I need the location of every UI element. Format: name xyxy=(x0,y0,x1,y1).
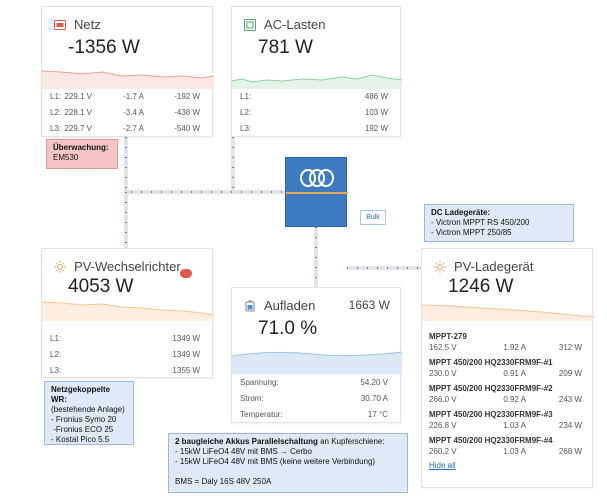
grid-row-l3: L3: 229.7 V -2.7 A -540 W xyxy=(50,124,200,133)
ac-loads-row-l1: L1: 486 W xyxy=(240,92,388,101)
pv-inverter-power: 4053 W xyxy=(68,276,134,297)
grid-tied-note-title: Netzgekoppelte WR: xyxy=(51,385,111,404)
monitoring-note: Überwachung: EM530 xyxy=(46,139,118,169)
ac-loads-row-l2: L2: 103 W xyxy=(240,108,388,117)
victron-logo xyxy=(286,169,348,194)
dc-chargers-note-line-2: - Victron MPPT 250/85 xyxy=(431,228,512,237)
dc-chargers-note-line-1: - Victron MPPT RS 450/200 xyxy=(431,218,530,227)
battery-state-badge: Bulk xyxy=(360,210,386,225)
dc-chargers-note: DC Ladegeräte: - Victron MPPT RS 450/200… xyxy=(424,204,574,242)
monitoring-note-line: EM530 xyxy=(53,153,79,162)
battery-soc: 71.0 % xyxy=(258,318,318,339)
grid-row-l1: L1: 229.1 V -1.7 A -192 W xyxy=(50,92,200,101)
ac-loads-title: AC-Lasten xyxy=(264,17,326,32)
ac-loads-power: 781 W xyxy=(258,37,313,58)
pv-inverter-sparkline xyxy=(42,301,214,321)
grid-icon xyxy=(54,19,66,31)
charger-item[interactable]: MPPT 450/200 HQ2330FRM9F-#2 266.0 V 0.92… xyxy=(426,383,588,405)
grid-title: Netz xyxy=(74,17,101,32)
pv-inverter-title: PV-Wechselrichter xyxy=(74,259,181,274)
charger-item[interactable]: MPPT 450/200 HQ2330FRM9F-#3 226.8 V 1.03… xyxy=(426,409,588,431)
hide-all-link[interactable]: Hide all xyxy=(426,461,588,470)
grid-tied-inverters-note: Netzgekoppelte WR: (bestehende Anlage) -… xyxy=(44,381,134,445)
pv-inverter-row-l3: L3: 1355 W xyxy=(50,366,200,375)
victron-system-icon[interactable] xyxy=(285,157,348,227)
fronius-logo xyxy=(180,269,192,278)
battery-icon xyxy=(244,300,256,312)
ac-loads-panel[interactable]: AC-Lasten 781 W L1: 486 W L2: 103 W L3: … xyxy=(231,6,402,137)
pv-inverter-row-l1: L1: 1349 W xyxy=(50,334,200,343)
charger-item[interactable]: MPPT-279 162.5 V 1.92 A 312 W xyxy=(426,331,588,353)
battery-bank-note: 2 baugleiche Akkus Parallelschaltung an … xyxy=(168,433,408,493)
battery-soc-fill xyxy=(232,351,402,374)
sun-icon xyxy=(434,260,446,273)
ac-loads-row-l3: L3: 192 W xyxy=(240,124,388,133)
charger-item[interactable]: MPPT 450/200 HQ2330FRM9F-#4 260.2 V 1.03… xyxy=(426,435,588,457)
pv-inverter-panel[interactable]: PV-Wechselrichter 4053 W L1: 1349 W L2: … xyxy=(41,248,214,378)
grid-power: -1356 W xyxy=(68,37,140,58)
battery-row-voltage: Spannung: 54.20 V xyxy=(240,378,388,387)
battery-panel[interactable]: Aufladen 1663 W 71.0 % Spannung: 54.20 V… xyxy=(231,287,402,423)
battery-title: Aufladen xyxy=(264,298,316,313)
charger-item[interactable]: MPPT 450/200 HQ2330FRM9F-#1 230.0 V 0.91… xyxy=(426,357,588,379)
battery-power: 1663 W xyxy=(348,298,390,312)
battery-row-temperature: Temperatur: 17 °C xyxy=(240,410,388,419)
battery-bank-note-title: 2 baugleiche Akkus Parallelschaltung xyxy=(175,437,318,446)
sun-icon xyxy=(54,260,66,273)
pv-charger-power: 1246 W xyxy=(448,276,514,297)
pv-charger-title: PV-Ladegerät xyxy=(454,259,534,274)
ac-loads-sparkline xyxy=(232,74,402,89)
grid-row-l2: L2: 228.1 V -3.4 A -438 W xyxy=(50,108,200,117)
pv-inverter-row-l2: L2: 1349 W xyxy=(50,350,200,359)
grid-panel[interactable]: Netz -1356 W L1: 229.1 V -1.7 A -192 W L… xyxy=(41,6,214,137)
pv-charger-sparkline xyxy=(422,304,594,321)
dc-chargers-note-title: DC Ladegeräte: xyxy=(431,208,491,217)
battery-row-current: Strom: 30.70 A xyxy=(240,394,388,403)
pv-charger-panel[interactable]: PV-Ladegerät 1246 W MPPT-279 162.5 V 1.9… xyxy=(421,248,594,488)
monitoring-note-title: Überwachung: xyxy=(53,143,109,152)
ac-load-icon xyxy=(244,18,256,31)
grid-sparkline xyxy=(42,70,214,89)
